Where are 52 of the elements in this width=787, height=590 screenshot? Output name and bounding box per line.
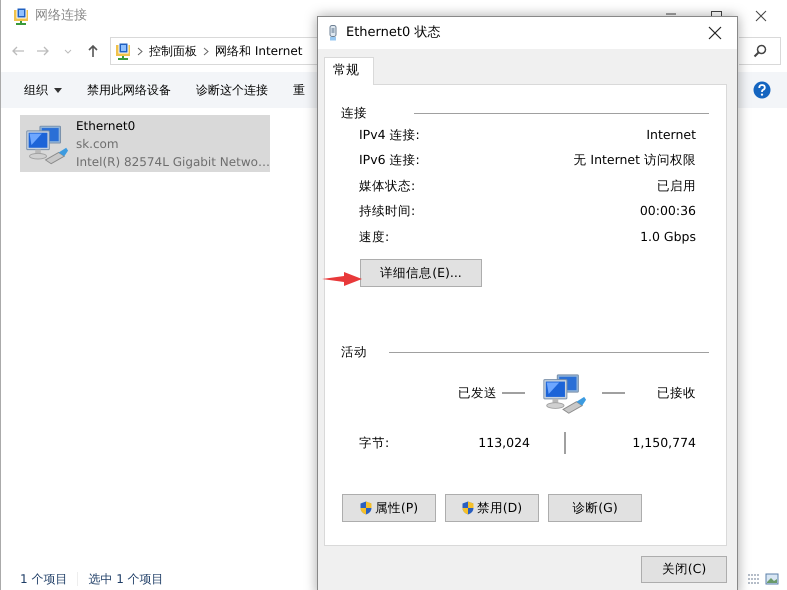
- received-label: 已接收: [657, 384, 696, 400]
- details-button[interactable]: 详细信息(E)...: [360, 259, 482, 287]
- field-label: 速度:: [359, 228, 390, 246]
- tab[interactable]: 常规: [324, 57, 374, 84]
- control-panel-icon: [115, 42, 131, 60]
- search-icon: [752, 44, 766, 58]
- breadcrumb-link[interactable]: 网络和 Internet: [215, 42, 302, 60]
- caret-icon: [54, 88, 62, 92]
- field-label: 持续时间:: [359, 202, 416, 220]
- network-adapter-item[interactable]: Ethernet0 sk.com Intel(R) 82574L Gigabit Netwo…: [20, 115, 270, 172]
- window-icon: [13, 7, 29, 25]
- status-text: 1 个项目: [20, 571, 68, 588]
- field-value: 已启用: [657, 176, 696, 195]
- search-field[interactable]: [739, 37, 781, 65]
- field-value: 00:00:36: [640, 202, 696, 220]
- close-icon[interactable]: [706, 25, 722, 41]
- field-label: IPv6 连接:: [359, 151, 420, 170]
- chevron-icon: [137, 46, 143, 56]
- field-value: Internet: [646, 126, 696, 144]
- help-icon[interactable]: [753, 81, 771, 100]
- shield-icon: [462, 501, 474, 515]
- group-heading: 连接: [341, 104, 367, 122]
- field-label: IPv4 连接:: [359, 126, 420, 144]
- breadcrumb-link[interactable]: 控制面板: [149, 42, 197, 60]
- adapter-domain: sk.com: [76, 136, 120, 152]
- toolbar-button[interactable]: 组织: [24, 81, 62, 99]
- field-label: 媒体状态:: [359, 176, 416, 195]
- ethernet-plug-icon: [328, 25, 338, 41]
- bytes-received-value: 1,150,774: [632, 434, 696, 450]
- dialog-button[interactable]: 禁用(D): [445, 494, 539, 522]
- bytes-sent-value: 113,024: [478, 434, 530, 452]
- adapter-name: Ethernet0: [76, 118, 136, 134]
- shield-icon: [360, 501, 372, 515]
- group-heading: 活动: [341, 342, 367, 361]
- chevron-icon: [203, 46, 209, 56]
- close-dialog-button[interactable]: 关闭(C): [641, 556, 727, 582]
- field-value: 无 Internet 访问权限: [573, 151, 696, 170]
- arrow-annotation: [322, 271, 362, 287]
- details-view-icon[interactable]: [747, 573, 761, 585]
- field-value: 1.0 Gbps: [640, 228, 696, 246]
- dialog-title: Ethernet0 状态: [346, 24, 440, 42]
- status-text: 选中 1 个项目: [88, 571, 164, 588]
- window-title: 网络连接: [35, 7, 87, 26]
- toolbar-button[interactable]: 重: [293, 81, 305, 99]
- sent-label: 已发送: [458, 384, 497, 400]
- toolbar-button[interactable]: 禁用此网络设备: [87, 81, 171, 99]
- large-icons-view-icon[interactable]: [765, 573, 779, 585]
- adapter-description: Intel(R) 82574L Gigabit Netwo…: [76, 154, 270, 170]
- toolbar-button[interactable]: 诊断这个连接: [196, 81, 268, 99]
- bytes-label: 字节:: [359, 434, 390, 452]
- dialog-button[interactable]: 诊断(G): [548, 494, 642, 522]
- dialog-button[interactable]: 属性(P): [342, 494, 436, 522]
